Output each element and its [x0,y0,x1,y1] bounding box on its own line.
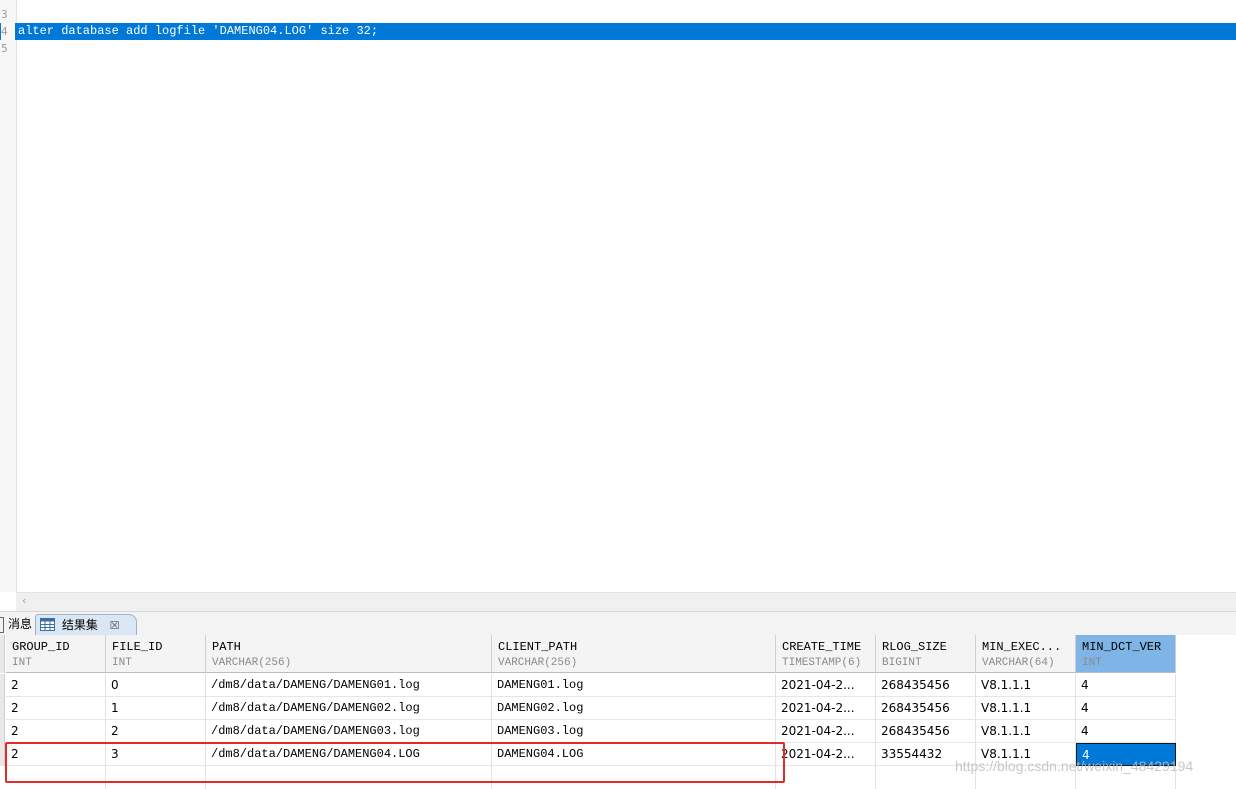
line-number: 4 [1,23,15,40]
table-cell[interactable]: 2 [6,697,106,720]
column-header-create-time[interactable]: CREATE_TIME TIMESTAMP(6) [776,635,876,673]
table-cell[interactable]: DAMENG01.log [492,674,776,697]
close-icon[interactable]: ☒ [110,619,120,632]
row-marker[interactable] [0,674,5,697]
row-marker[interactable] [0,720,5,743]
table-cell[interactable]: /dm8/data/DAMENG/DAMENG01.log [206,674,492,697]
column-type: VARCHAR(256) [212,657,292,669]
table-cell[interactable]: V8.1.1.1 [976,674,1076,697]
table-cell[interactable]: /dm8/data/DAMENG/DAMENG03.log [206,720,492,743]
table-cell[interactable]: 2021-04-2... [776,674,876,697]
empty-cell [776,766,876,789]
column-name: CREATE_TIME [782,640,862,654]
column-type: TIMESTAMP(6) [782,657,862,669]
result-tab-bar: 消息 结果集 ☒ [0,611,1236,636]
editor-line-4-selected[interactable]: 4 alter database add logfile 'DAMENG04.L… [0,23,1236,40]
column-header-file-id[interactable]: FILE_ID INT [106,635,206,673]
column-header-client-path[interactable]: CLIENT_PATH VARCHAR(256) [492,635,776,673]
table-cell[interactable]: 4 [1076,720,1176,743]
table-cell[interactable]: DAMENG03.log [492,720,776,743]
tab-result-set[interactable]: 结果集 ☒ [35,614,137,635]
tab-messages-label: 消息 [8,617,33,631]
grid-corner [0,635,5,673]
table-cell[interactable]: 268435456 [876,674,976,697]
table-cell[interactable]: 268435456 [876,720,976,743]
empty-cell [6,766,106,789]
table-cell[interactable]: /dm8/data/DAMENG/DAMENG04.LOG [206,743,492,766]
table-cell[interactable]: 1 [106,697,206,720]
table-cell[interactable]: DAMENG02.log [492,697,776,720]
line-number: 5 [1,42,8,55]
column-name: MIN_DCT_VER [1082,640,1162,654]
column-type: INT [1082,657,1102,669]
column-header-path[interactable]: PATH VARCHAR(256) [206,635,492,673]
empty-cell [206,766,492,789]
code-text: alter database add logfile 'DAMENG04.LOG… [18,24,379,38]
column-type: INT [12,657,32,669]
table-cell[interactable]: 2021-04-2... [776,743,876,766]
empty-cell [492,766,776,789]
column-header-group-id[interactable]: GROUP_ID INT [6,635,106,673]
row-marker[interactable] [0,697,5,720]
row-marker[interactable] [0,743,5,766]
column-type: INT [112,657,132,669]
column-type: BIGINT [882,657,922,669]
table-cell[interactable]: V8.1.1.1 [976,697,1076,720]
sql-editor[interactable]: 3 4 alter database add logfile 'DAMENG04… [0,0,1236,592]
tab-edge-icon [0,617,4,633]
table-cell[interactable]: 0 [106,674,206,697]
watermark: https://blog.csdn.net/weixin_48429194 [955,758,1194,774]
column-name: RLOG_SIZE [882,640,947,654]
table-cell[interactable]: DAMENG04.LOG [492,743,776,766]
table-cell[interactable]: 2 [6,743,106,766]
table-cell[interactable]: 2 [106,720,206,743]
table-cell[interactable]: /dm8/data/DAMENG/DAMENG02.log [206,697,492,720]
table-cell[interactable]: 4 [1076,697,1176,720]
column-name: CLIENT_PATH [498,640,578,654]
table-cell[interactable]: 2 [6,720,106,743]
column-type: VARCHAR(256) [498,657,578,669]
scroll-left-icon[interactable]: ‹ [22,594,26,607]
tab-messages[interactable]: 消息 [0,614,38,635]
column-header-min-exec[interactable]: MIN_EXEC... VARCHAR(64) [976,635,1076,673]
column-header-rlog-size[interactable]: RLOG_SIZE BIGINT [876,635,976,673]
column-header-min-dct-ver[interactable]: MIN_DCT_VER INT [1076,635,1176,673]
tab-result-set-label: 结果集 [61,618,98,632]
table-cell[interactable]: 3 [106,743,206,766]
table-cell[interactable]: V8.1.1.1 [976,720,1076,743]
line-number-gutter [0,0,17,592]
editor-horizontal-scrollbar[interactable]: ‹ [16,592,1236,611]
editor-line-3[interactable]: 3 [0,6,1236,23]
table-cell[interactable]: 2 [6,674,106,697]
line-number: 3 [1,8,8,21]
table-cell[interactable]: 4 [1076,674,1176,697]
column-type: VARCHAR(64) [982,657,1055,669]
table-cell[interactable]: 2021-04-2... [776,720,876,743]
column-name: PATH [212,640,241,654]
table-cell[interactable]: 2021-04-2... [776,697,876,720]
column-name: GROUP_ID [12,640,70,654]
table-grid-icon [40,618,55,631]
editor-line-5[interactable]: 5 [0,40,1236,57]
column-name: FILE_ID [112,640,163,654]
table-cell[interactable]: 268435456 [876,697,976,720]
column-name: MIN_EXEC... [982,640,1062,654]
empty-cell [106,766,206,789]
